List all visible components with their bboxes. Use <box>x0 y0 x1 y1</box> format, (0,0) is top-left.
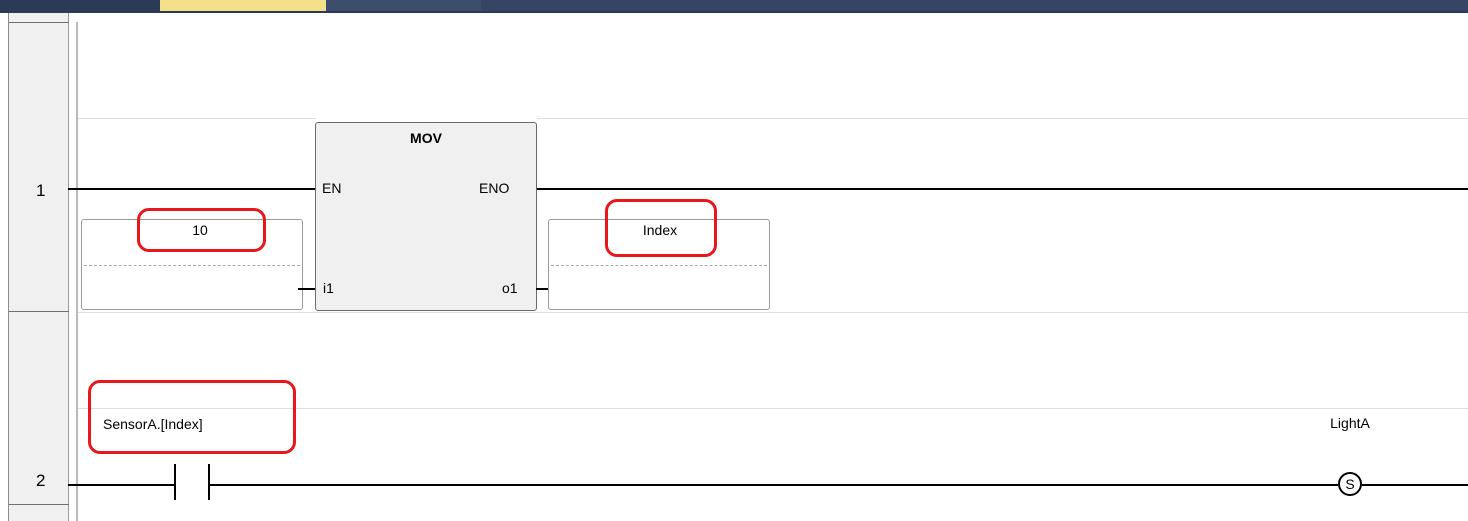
highlight-input-operand <box>137 208 266 252</box>
tab-inactive[interactable] <box>326 0 481 11</box>
contact-right-bar[interactable] <box>208 464 210 500</box>
rung-2-wire-mid <box>210 484 1338 486</box>
operand-separator <box>84 265 300 266</box>
contact-left-bar[interactable] <box>174 464 176 500</box>
gutter-border <box>9 504 69 505</box>
coil-symbol: S <box>1345 476 1355 492</box>
rung-separator <box>537 118 1468 119</box>
tab-active[interactable] <box>160 0 326 11</box>
rung-gutter <box>9 13 69 521</box>
pin-eno-label: ENO <box>479 180 510 196</box>
gutter-border <box>9 22 69 23</box>
pin-o1-label: o1 <box>502 280 518 296</box>
rung-divider <box>9 311 69 312</box>
pin-en-label: EN <box>322 180 342 196</box>
rung-1-wire-left <box>68 188 318 190</box>
rung-1-wire-right <box>533 188 1468 190</box>
rung-number-2[interactable]: 2 <box>36 471 45 491</box>
highlight-contact-variable <box>88 380 296 454</box>
function-block-name: MOV <box>410 130 442 146</box>
left-power-rail <box>76 22 78 521</box>
rung-separator <box>78 118 316 119</box>
input-connector-wire <box>298 288 316 290</box>
set-coil-icon[interactable]: S <box>1338 472 1362 496</box>
highlight-output-operand <box>605 199 717 257</box>
rung-separator <box>78 312 1468 313</box>
coil-variable[interactable]: LightA <box>1310 415 1390 431</box>
tab-strip-background <box>481 0 1468 11</box>
rung-2-wire-right <box>1362 484 1468 486</box>
rung-2-wire-left <box>68 484 174 486</box>
rung-number-1[interactable]: 1 <box>36 181 45 201</box>
operand-separator <box>551 265 767 266</box>
pin-i1-label: i1 <box>323 280 334 296</box>
